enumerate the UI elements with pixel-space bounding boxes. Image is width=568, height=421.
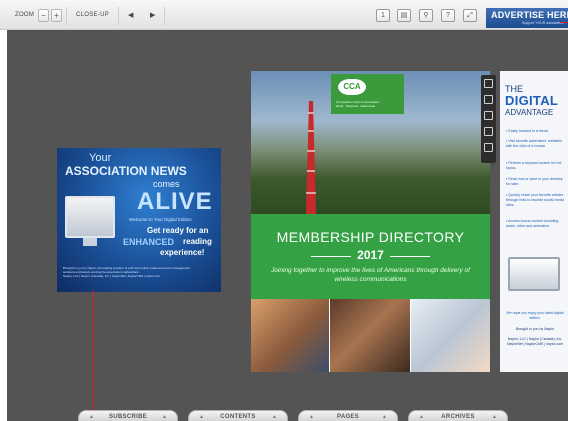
cover-title-band: MEMBERSHIP DIRECTORY 2017 Joining togeth… [251, 214, 490, 299]
ad-welcome: Welcome to Your Digital Edition [129, 217, 192, 222]
panel-bullet: • Quickly share your favorite articles t… [506, 193, 565, 207]
panel-heading-advantage: ADVANTAGE [505, 108, 554, 117]
cell-tower-image [306, 101, 316, 214]
fullscreen-icon[interactable]: ⤢ [463, 9, 477, 22]
year-rule-right [390, 256, 430, 257]
page-number-icon[interactable]: 1 [376, 9, 390, 22]
association-news-ad[interactable]: Your ASSOCIATION NEWS comes ALIVE Welcom… [57, 148, 221, 292]
prev-page-icon[interactable]: ◀ [128, 11, 134, 19]
zoom-label: ZOOM [15, 12, 35, 18]
tab-subscribe[interactable]: ▲ SUBSCRIBE ▲ [78, 410, 178, 421]
email-icon[interactable] [484, 111, 493, 120]
next-page-icon[interactable]: ▶ [150, 11, 156, 19]
advertise-subtext: Support YOUR association [522, 21, 564, 25]
panel-bullet: • Perform a keyword search for hot topic… [506, 161, 562, 170]
panel-footer-hope: We hope you enjoy your latest digital ed… [506, 311, 564, 320]
cover-photo-friends [251, 299, 329, 372]
laptop-illustration [508, 257, 560, 291]
zoom-out-button[interactable]: − [38, 9, 49, 22]
ad-experience: experience! [160, 248, 205, 257]
toolbar-divider [66, 7, 67, 25]
ad-fine-line-3: Naylor, LLC | Naylor (Canada), Inc. | Na… [63, 274, 161, 278]
ad-fine-print: Brought to you by Naylor, the leading pr… [63, 266, 215, 278]
cover-photo-man-coffee [330, 299, 410, 372]
cover-year: 2017 [357, 248, 384, 262]
cover-title: MEMBERSHIP DIRECTORY [276, 229, 465, 245]
download-icon[interactable] [484, 127, 493, 136]
tab-pages[interactable]: ▲ PAGES ▲ [298, 410, 398, 421]
closeup-button[interactable]: CLOSE-UP [76, 12, 109, 18]
toolbar-divider [118, 7, 119, 25]
page-view-icon[interactable]: ▤ [397, 9, 411, 22]
ad-get-ready: Get ready for an [147, 226, 209, 235]
magazine-cover[interactable]: CCA Competitive Carriers Association Rur… [251, 71, 490, 372]
panel-footer-naylor: Naylor, LLC | Naylor (Canada), Inc. Nayl… [506, 337, 564, 346]
panel-bullet: • Access bonus content including audio, … [506, 219, 559, 228]
search-icon[interactable]: ⚲ [419, 9, 433, 22]
ad-enhanced: ENHANCED [123, 237, 175, 247]
advertise-text: ADVERTISE HERE [491, 10, 568, 20]
side-tool-rail [481, 75, 496, 163]
cca-logo: CCA [338, 79, 366, 95]
ad-alive: ALIVE [137, 188, 213, 215]
cca-org-info: Competitive Carriers Association Rural ·… [336, 100, 400, 108]
top-toolbar: ZOOM − + CLOSE-UP ◀ ▶ 1 ▤ ⚲ ? ⤢ ADVERTIS… [0, 0, 568, 30]
cover-tagline: Joining together to improve the lives of… [271, 267, 470, 283]
ad-headline: ASSOCIATION NEWS [65, 164, 187, 178]
ad-line-your: Your [89, 152, 112, 164]
zoom-in-button[interactable]: + [51, 9, 62, 22]
tab-contents[interactable]: ▲ CONTENTS ▲ [188, 410, 288, 421]
computer-illustration [65, 196, 115, 246]
cover-landscape-photo: CCA Competitive Carriers Association Rur… [251, 71, 490, 214]
panel-bullet: • Visit favorite advertisers' websites w… [506, 139, 563, 148]
toolbar-divider [164, 7, 165, 25]
red-pointer-line [93, 290, 94, 421]
panel-bullet: • Read now or save to your desktop for l… [506, 177, 563, 186]
cca-org-tag: Rural · Regional · Nationwide [336, 104, 376, 108]
panel-bullet: • Easily forward to a friend. [506, 129, 549, 133]
digital-advantage-panel[interactable]: THE DIGITAL ADVANTAGE • Easily forward t… [500, 71, 568, 372]
share-icon[interactable] [484, 79, 493, 88]
print-icon[interactable] [484, 95, 493, 104]
bookmark-icon[interactable] [484, 143, 493, 152]
cca-logo-box: CCA Competitive Carriers Association Rur… [331, 74, 404, 114]
red-pointer-line [560, 22, 568, 36]
advertise-here-banner[interactable]: ADVERTISE HERE Support YOUR association [486, 8, 568, 28]
panel-footer-brought: Brought to you by Naylor [515, 327, 555, 331]
help-icon[interactable]: ? [441, 9, 455, 22]
cover-photo-doctor [411, 299, 490, 372]
tab-archives[interactable]: ▲ ARCHIVES ▲ [408, 410, 508, 421]
ad-reading: reading [183, 237, 212, 246]
panel-heading-digital: DIGITAL [505, 93, 559, 108]
